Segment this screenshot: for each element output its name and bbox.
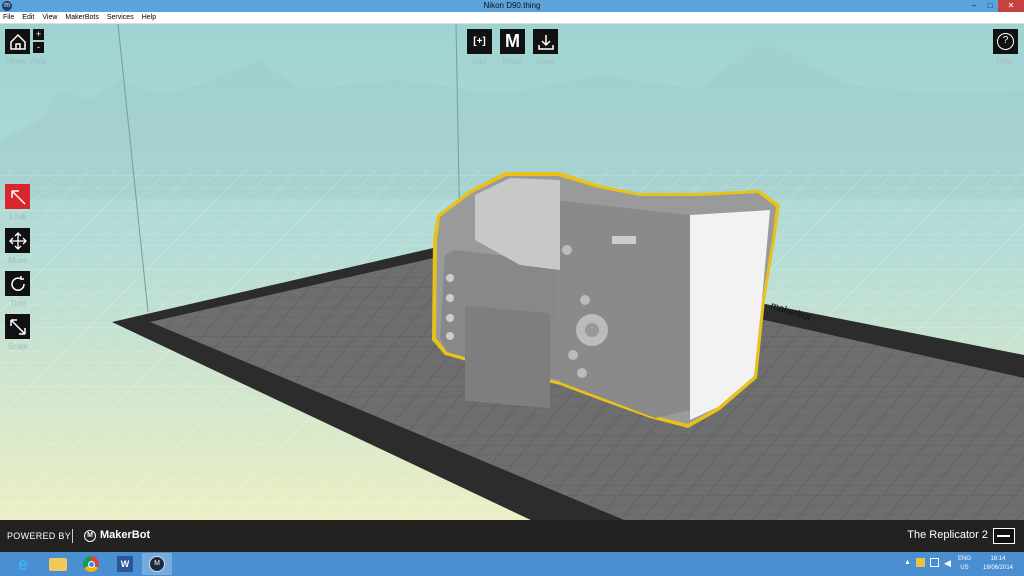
rotate-icon [10,275,25,291]
close-button[interactable]: ✕ [998,0,1024,12]
powered-by-label: POWERED BY [7,531,72,541]
save-button[interactable] [533,29,558,54]
language-indicator[interactable]: ENG US [958,555,971,573]
makerbot-desktop-taskbar-icon[interactable]: M [142,553,172,575]
clock-time: 16:14 [990,556,1006,562]
scale-icon [9,318,26,335]
menu-bar: File Edit View MakerBots Services Help [0,12,1024,24]
printer-name[interactable]: The Replicator 2 [907,529,988,541]
lang-line1: ENG [958,556,972,562]
add-button[interactable]: [+] [467,29,492,54]
download-icon [537,34,554,50]
look-arrow-icon [10,189,26,205]
internet-explorer-icon[interactable]: e [8,553,38,575]
camera-model[interactable] [432,172,780,428]
footer-bar: POWERED BY M MakerBot The Replicator 2 [0,520,1024,552]
menu-services[interactable]: Services [107,12,134,23]
network-icon[interactable] [930,558,939,567]
clock-date: 19/06/2014 [982,565,1014,571]
look-tool-button[interactable] [5,184,30,209]
look-label: Look [9,212,27,221]
menu-edit[interactable]: Edit [22,12,34,23]
turn-tool-button[interactable] [5,271,30,296]
makerbot-m-icon: M [505,31,520,51]
move-tool-button[interactable] [5,228,30,253]
makerbot-brand: MakerBot [100,529,151,541]
maximize-button[interactable]: □ [982,0,998,12]
home-icon [9,33,26,50]
minimize-button[interactable]: – [966,0,982,12]
file-explorer-icon[interactable] [43,553,73,575]
action-center-icon[interactable] [916,558,925,567]
help-button[interactable]: ? [993,29,1018,54]
move-arrows-icon [8,231,27,250]
tray-expand-icon[interactable]: ▲ [904,559,911,566]
3d-viewport[interactable]: makerbot + - Home View [+] Add M Make Sa… [0,24,1024,520]
printer-connection-icon[interactable] [993,528,1015,544]
app-icon: m [2,1,12,11]
save-label: Save [535,57,555,66]
scale-label: Scale [7,342,28,351]
home-view-button[interactable] [5,29,30,54]
menu-file[interactable]: File [3,12,14,23]
word-icon[interactable]: W [110,553,140,575]
make-button[interactable]: M [500,29,525,54]
makerbot-logo-icon: M [84,530,96,542]
help-icon: ? [997,33,1014,50]
menu-help[interactable]: Help [142,12,156,23]
help-label: Help [996,57,1014,66]
scale-tool-button[interactable] [5,314,30,339]
taskbar: e W M ▲ ◀ ENG US 16:14 19/06/2014 [0,552,1024,576]
volume-muted-icon[interactable]: ◀ [944,558,951,569]
zoom-in-button[interactable]: + [33,29,44,40]
chrome-icon[interactable] [76,553,106,575]
lang-line2: US [960,565,969,571]
turn-label: Turn [9,299,27,308]
title-bar: m Nikon D90.thing – □ ✕ [0,0,1024,12]
move-label: Move [8,256,28,265]
menu-makerbots[interactable]: MakerBots [65,12,98,23]
menu-view[interactable]: View [42,12,57,23]
zoom-out-button[interactable]: - [33,42,44,53]
scene: makerbot [0,24,1024,520]
divider [72,529,73,543]
window-title: Nikon D90.thing [483,1,541,10]
add-icon: [+] [473,36,486,47]
home-view-label: Home View [5,57,47,66]
clock[interactable]: 16:14 19/06/2014 [978,555,1018,573]
